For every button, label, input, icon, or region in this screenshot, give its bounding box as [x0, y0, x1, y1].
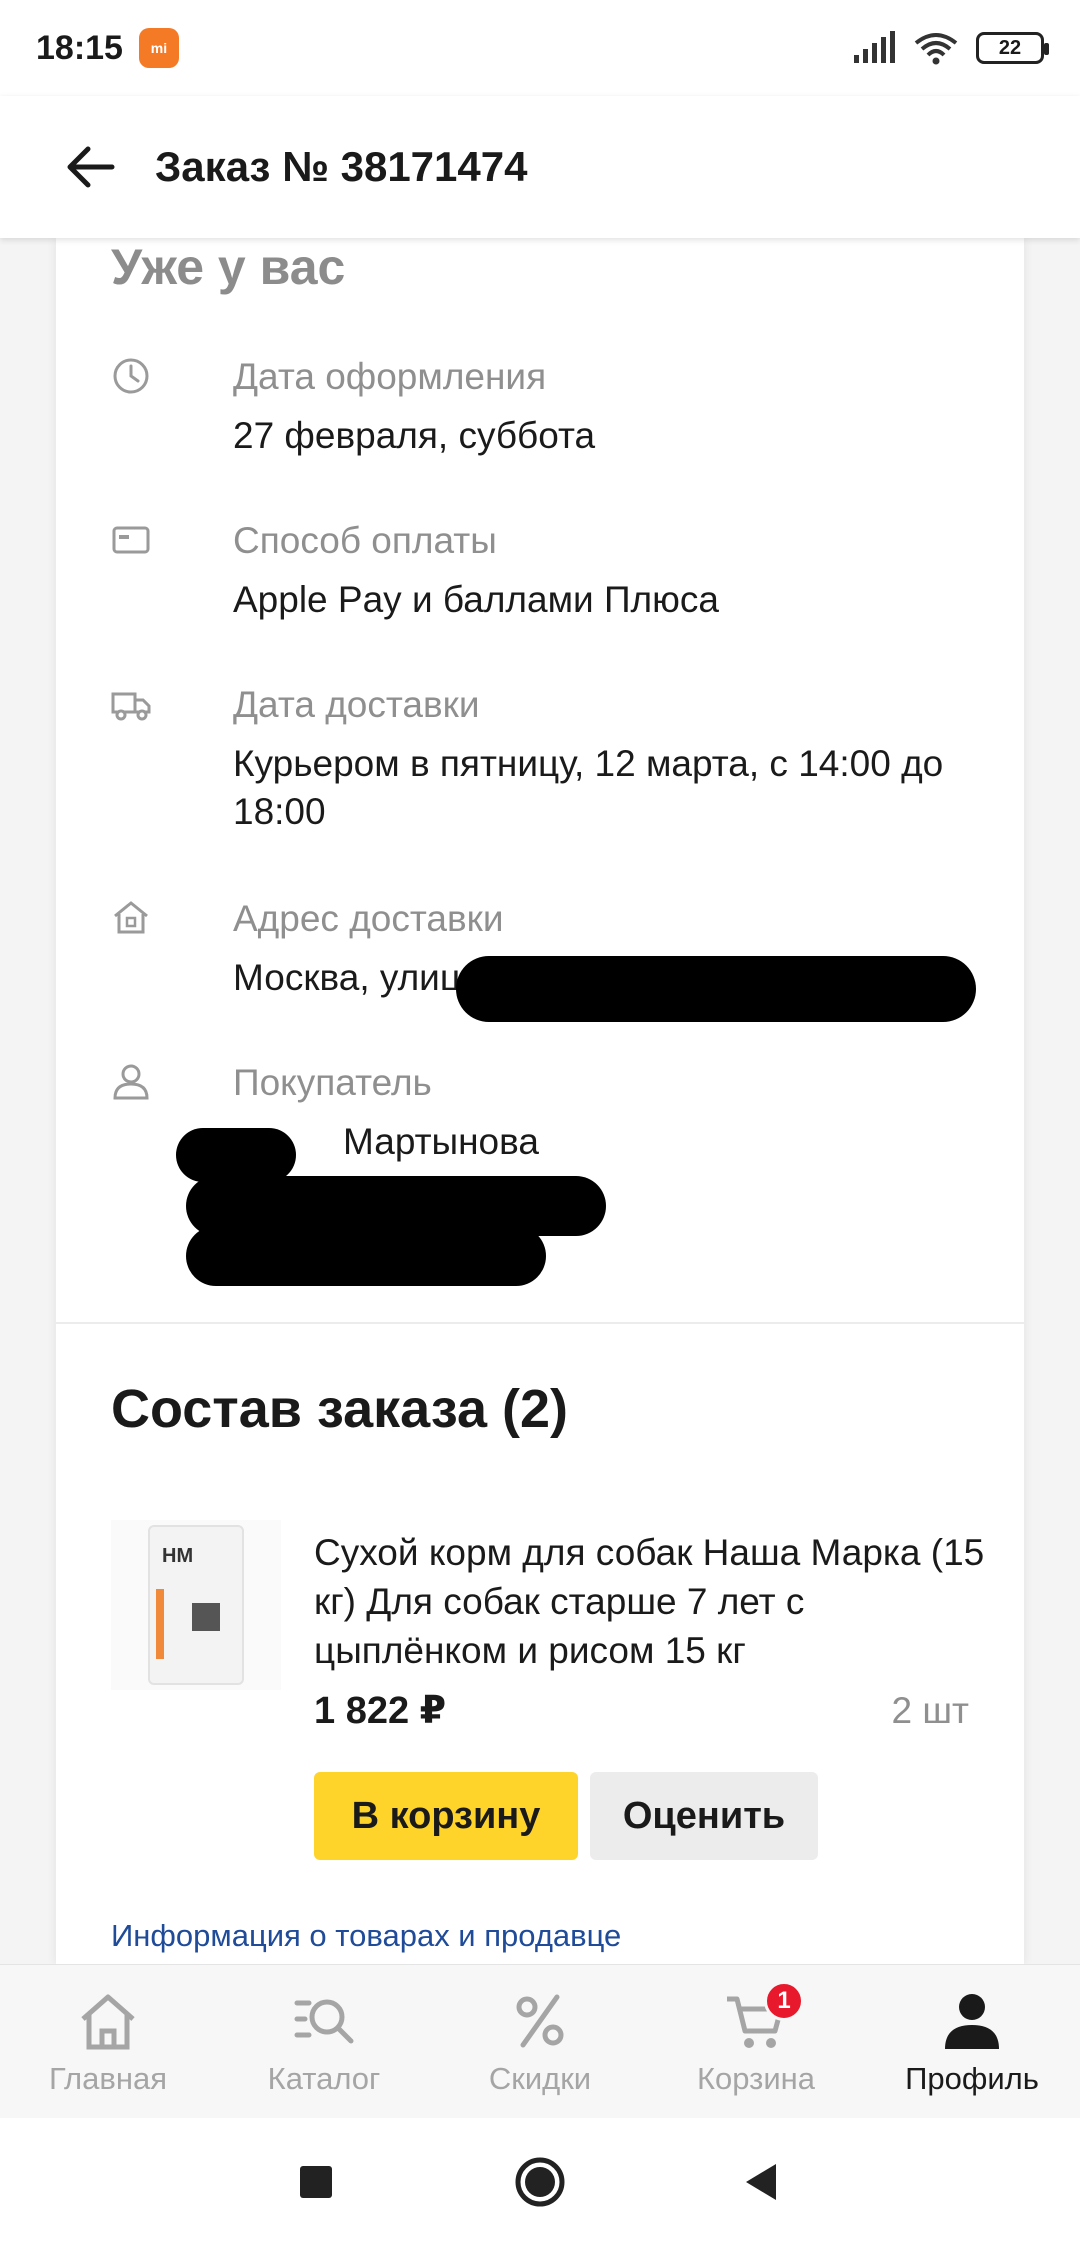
- section-divider: [56, 1322, 1024, 1324]
- nav-item-catalog[interactable]: Каталог: [216, 1965, 432, 2118]
- home-icon: [81, 1994, 135, 2050]
- payment-method-label: Способ оплаты: [233, 520, 497, 561]
- order-date-value: 27 февраля, суббота: [233, 415, 596, 456]
- arrow-left-icon: [67, 146, 115, 188]
- bottom-navigation: Главная Каталог Скидки 1 Корзина Профиль: [0, 1964, 1080, 2118]
- recent-apps-button[interactable]: [286, 2152, 346, 2212]
- card-icon: [112, 526, 150, 554]
- nav-label-cart: Корзина: [696, 2061, 816, 2096]
- product-price: 1 822 ₽: [314, 1690, 447, 1732]
- profile-icon: [945, 1994, 999, 2049]
- order-card: Уже у вас Дата оформления 27 февраля, су…: [56, 238, 1024, 1964]
- buyer-label: Покупатель: [233, 1062, 432, 1103]
- product-name[interactable]: Сухой корм для собак Наша Марка (15 кг) …: [314, 1528, 994, 1675]
- rate-button[interactable]: Оценить: [590, 1772, 818, 1860]
- percent-icon: [516, 1994, 564, 2048]
- payment-method-value: Apple Pay и баллами Плюса: [233, 579, 719, 620]
- back-button[interactable]: [60, 137, 120, 197]
- order-screen: 18:15 mi 22 Заказ № 38171474 Уже у вас Д…: [0, 0, 1080, 2248]
- order-date-row: Дата оформления 27 февраля, суббота: [111, 356, 971, 466]
- brand-mark: HM: [162, 1545, 194, 1567]
- delivery-date-label: Дата доставки: [233, 684, 480, 725]
- system-navigation-bar: [0, 2118, 1080, 2248]
- order-status-title: Уже у вас: [111, 239, 346, 295]
- triangle-back-icon: [746, 2164, 776, 2200]
- delivery-address-label: Адрес доставки: [233, 898, 504, 939]
- page-title: Заказ № 38171474: [155, 143, 528, 190]
- cart-count-badge: 1: [764, 1981, 804, 2021]
- status-time: 18:15: [36, 28, 123, 67]
- nav-item-profile[interactable]: Профиль: [864, 1965, 1080, 2118]
- signal-icon: [854, 31, 895, 63]
- wifi-icon: [914, 33, 958, 65]
- mi-app-icon: mi: [138, 28, 179, 68]
- home-system-button[interactable]: [510, 2152, 570, 2212]
- nav-item-discounts[interactable]: Скидки: [432, 1965, 648, 2118]
- bag-photo: [192, 1603, 220, 1631]
- status-indicators: 22: [852, 31, 1049, 65]
- truck-icon: [111, 692, 151, 721]
- delivery-date-row: Дата доставки Курьером в пятницу, 12 мар…: [111, 684, 971, 844]
- battery-level: 22: [998, 36, 1022, 59]
- clock-icon: [113, 358, 149, 394]
- nav-label-discounts: Скидки: [488, 2061, 592, 2096]
- nav-label-profile: Профиль: [905, 2061, 1039, 2096]
- seller-info-link[interactable]: Информация о товарах и продавце: [111, 1918, 621, 1954]
- nav-label-home: Главная: [49, 2061, 167, 2096]
- payment-method-row: Способ оплаты Apple Pay и баллами Плюса: [111, 520, 971, 630]
- redaction-mark: [186, 1226, 546, 1286]
- app-bar: Заказ № 38171474: [0, 96, 1080, 238]
- redaction-mark: [176, 1128, 296, 1182]
- product-quantity: 2 шт: [891, 1690, 970, 1731]
- nav-label-catalog: Каталог: [267, 2061, 381, 2096]
- nav-item-cart[interactable]: 1 Корзина: [648, 1965, 864, 2118]
- nav-item-home[interactable]: Главная: [0, 1965, 216, 2118]
- catalog-search-icon: [294, 1999, 354, 2044]
- order-items-title: Состав заказа (2): [111, 1379, 569, 1439]
- battery-icon: 22: [976, 32, 1049, 64]
- system-back-button[interactable]: [730, 2152, 790, 2212]
- home-address-icon: [114, 901, 148, 934]
- square-icon: [300, 2166, 332, 2198]
- order-date-label: Дата оформления: [233, 356, 547, 397]
- product-image[interactable]: HM: [111, 1520, 281, 1690]
- circle-icon: [515, 2157, 565, 2207]
- add-to-cart-button[interactable]: В корзину: [314, 1772, 578, 1860]
- status-bar: 18:15 mi 22: [0, 0, 1080, 96]
- delivery-date-value: Курьером в пятницу, 12 марта, с 14:00 до…: [233, 743, 944, 832]
- redaction-mark: [456, 956, 976, 1022]
- buyer-name-value: Мартынова: [343, 1121, 539, 1162]
- person-icon: [113, 1064, 149, 1100]
- dog-food-bag-image: HM: [148, 1525, 244, 1685]
- bag-stripe: [156, 1589, 164, 1659]
